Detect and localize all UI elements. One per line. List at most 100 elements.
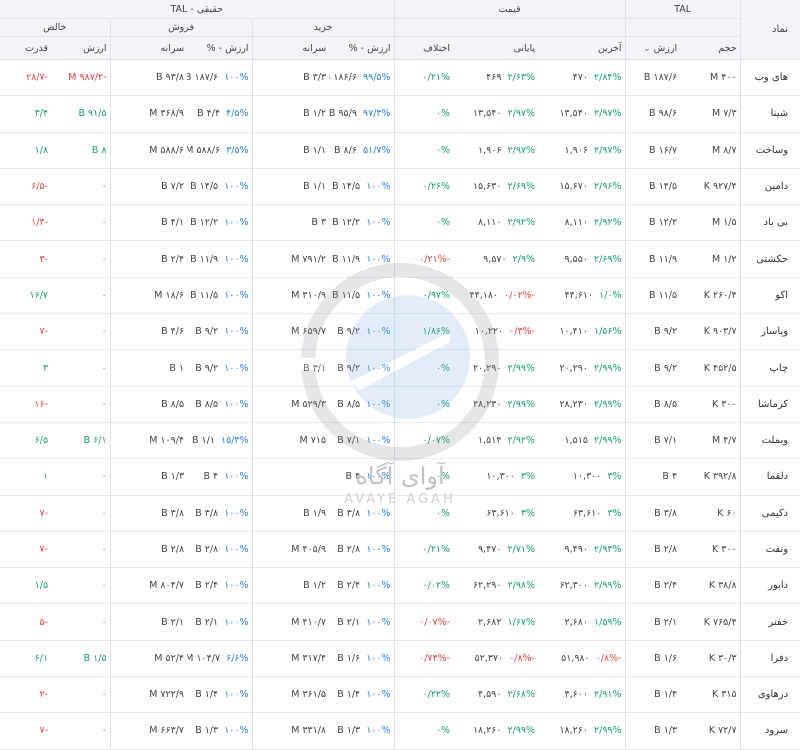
value-header[interactable]: ارزش ⌄ — [624, 36, 681, 60]
table-row[interactable]: حکشتی ۱/۲ M ۱۱/۹ B ۲/۶۹% ۹,۵۵۰ ۲/۹% ۹,۵۷۰ -۰/… — [0, 240, 800, 278]
buy-value-pct-header[interactable]: ارزش - % — [329, 36, 395, 60]
buy-per-capita-cell-buy-pc: ۷۱۵ M — [299, 435, 327, 447]
value-cell: ۱/۶ B — [624, 640, 681, 677]
diff-cell-diff: ۱/۸۶% — [422, 326, 451, 338]
net-value-cell: ۰ — [51, 459, 110, 495]
buy-per-capita-header[interactable]: سرانه — [251, 36, 330, 60]
symbol-cell[interactable]: دفرا — [739, 640, 800, 677]
last-cell: ۲/۹۹% ۲۸,۲۳۰ — [538, 386, 625, 422]
value-cell: ۱۲/۲ B — [624, 204, 681, 241]
buy-value-cell-buy-pct: ۱۰۰% — [366, 398, 391, 410]
symbol-cell[interactable]: سرود — [739, 712, 800, 750]
table-row[interactable]: دلقما ۳۹۲/۸ K۴ B ۳% ۱۰,۳۰۰ ۳% ۱۰,۳۰۰ ۰% ۱۰۰% … — [0, 458, 800, 496]
sell-per-capita-cell: ۵۸۸/۶ M — [109, 132, 188, 169]
buy-value-cell-buy-pct: ۱۰۰% — [366, 181, 391, 193]
table-row[interactable]: وپاسار ۹۰۳/۷ K ۹/۲ B ۱/۵۶% ۱۰,۴۱۰ -۰/۳% ۱۰,۲… — [0, 313, 800, 350]
net-value-cell-net-val: ۰ — [101, 362, 107, 374]
sell-value-cell: ۱۵/۳% ۱/۱ B — [187, 422, 252, 458]
table-row[interactable]: کرماشا ۳۰۰ K ۸/۵ B ۲/۹۹% ۲۸,۲۳۰ ۲/۹۹% ۲۸,۲۳۰… — [0, 386, 800, 423]
net-value-header[interactable]: ارزش — [51, 36, 111, 60]
symbol-cell[interactable]: شینا — [739, 95, 800, 133]
diff-cell-diff: ۰% — [435, 471, 451, 483]
sell-value-cell-sell-pct: ۱۰۰% — [224, 689, 249, 701]
table-row[interactable]: خفنر ۷۶۵/۴ K ۲/۱ B ۱/۵۹% ۲,۶۸۰ ۱/۶۷% ۲,۶۸۲ -۰… — [0, 603, 800, 641]
table-row[interactable]: چاپ ۴۵۲/۵ K ۹/۲ B ۲/۹۹% ۲۰,۲۹۰ ۲/۹۹% ۲۰,۲۹۰ ۰… — [0, 349, 800, 387]
table-row[interactable]: دابور ۳۸/۸ K ۲/۴ B ۲/۹۹% ۶۲,۳۰۰ ۲/۹۸% ۶۲,۲۹۰… — [0, 567, 800, 604]
volume-cell: ۹۰۳/۷ K — [680, 314, 740, 350]
buy-per-capita-cell-buy-pc: ۵۲۹/۳ M — [291, 398, 327, 410]
symbol-cell-symbol: درهاوی — [757, 689, 789, 701]
table-row[interactable]: وساخت ۸/۷ M ۱۶/۷ B ۲/۹۷% ۱,۹۰۶ ۲/۹۷% ۱,۹۰۶ ۰%… — [0, 132, 800, 169]
diff-cell-diff: ۰% — [435, 362, 451, 374]
final-header[interactable]: پایانی — [453, 36, 539, 60]
table-row[interactable]: درهاوی ۳۱۵ K ۱/۴ B ۲/۹۱% ۴,۶۰۰ ۲/۶۸% ۴,۵۹۰ ۰/… — [0, 676, 800, 713]
symbol-cell[interactable]: دامین — [739, 168, 800, 205]
table-row[interactable]: دفرا ۳۰/۳ K ۱/۶ B -۰/۸% ۵۱,۹۸۰ -۰/۸% ۵۲,۳۷۰-… — [0, 640, 800, 677]
sell-value-cell-sell-val: ۱/۱ B — [191, 435, 215, 447]
symbol-cell[interactable]: وبملت — [739, 422, 800, 459]
buy-value-cell-buy-pct: ۱۰۰% — [366, 580, 391, 592]
symbol-cell[interactable]: حکشتی — [739, 240, 800, 278]
table-row[interactable]: سرود ۷۲/۷ K ۱/۳ B ۲/۹۹% ۱۸,۲۶۰ ۲/۹۹% ۱۸,۲۶۰ ۰… — [0, 712, 800, 750]
symbol-cell[interactable]: درهاوی — [739, 676, 800, 713]
buy-per-capita-cell: ۳۳۱/۸ M — [251, 712, 330, 750]
chevron-down-icon[interactable]: ⌄ — [643, 44, 651, 54]
diff-cell: ۰% — [393, 349, 454, 387]
sell-value-pct-header[interactable]: ارزش - % — [187, 36, 253, 60]
table-row[interactable]: بی باد ۱/۵ M ۱۲/۲ B ۲/۹۲% ۸,۱۱۰ ۲/۹۲% ۸,۱۱۰ ۰… — [0, 204, 800, 241]
buy-value-cell-buy-pct: ۵۱/۷% — [363, 144, 391, 156]
symbol-cell[interactable]: خفنر — [739, 603, 800, 641]
value-cell-value: ۱/۴ B — [654, 689, 678, 701]
last-cell-last-pct: ۲/۹۹% — [594, 435, 622, 447]
sell-per-capita-cell: ۵۲/۴ M — [109, 640, 188, 677]
symbol-cell[interactable]: ونفت — [739, 531, 800, 568]
symbol-cell[interactable]: چاپ — [739, 349, 800, 387]
volume-header[interactable]: حجم — [680, 36, 741, 60]
symbol-cell[interactable]: وپاسار — [739, 313, 800, 350]
net-power-cell: ۳ — [0, 350, 51, 386]
table-row[interactable]: دکیمی ۶۰ K ۳/۸ B ۳% ۶۳,۶۱۰ ۳% ۶۳,۶۱۰ ۰% ۱۰۰% ۳… — [0, 495, 800, 532]
diff-cell: ۰/۲۲% — [393, 676, 454, 713]
sell-per-capita-header[interactable]: سرانه — [109, 36, 188, 60]
buy-value-cell: ۱۰۰% ۱/۴ B — [329, 677, 394, 713]
table-row[interactable]: ونفت ۳۰۰ K ۲/۸ B ۲/۹۳% ۹,۴۹۰ ۲/۷۱% ۹,۴۷۰ ۰/۲۱… — [0, 531, 800, 568]
volume-cell: ۳۰/۳ K — [680, 640, 740, 676]
volume-cell-volume: ۸/۷ M — [711, 144, 737, 156]
table-row[interactable]: دامین ۹۲۷/۴ K ۱۴/۵ B ۲/۹۶% ۱۵,۶۷۰ ۲/۶۹% ۱۵,۶… — [0, 168, 800, 205]
value-cell: ۱/۴ B — [624, 676, 681, 713]
final-cell-final-val: ۱۳,۵۴۰ — [472, 108, 502, 120]
diff-cell: ۰/۲۱% — [393, 531, 454, 568]
symbol-cell[interactable]: اکو — [739, 277, 800, 314]
sell-value-cell-sell-pct: ۱۰۰% — [224, 362, 249, 374]
table-row[interactable]: شینا ۷/۳ M ۹۸/۶ B ۲/۹۷% ۱۳,۵۴۰ ۲/۹۷% ۱۳,۵۴۰ ۰… — [0, 95, 800, 133]
net-power-header[interactable]: قدرت — [0, 36, 52, 60]
final-cell-final-pct: ۲/۶۹% — [507, 181, 536, 193]
buy-value-cell: ۱۰۰% ۹/۲ B — [329, 350, 394, 386]
table-row[interactable]: های وب ۴۰۰ M ۱۸۷/۶ B ۲/۸۴% ۴۷۰ ۲/۶۳% ۴۶۹ ۰/۲۱… — [0, 59, 800, 96]
table-row[interactable]: اکو ۲۶۰/۴ K ۱۱/۵ B ۱/۰% ۴۴,۶۱۰ -۰/۰۲% ۴۴,۱۸۰… — [0, 277, 800, 314]
value-cell: ۴ B — [624, 458, 681, 496]
symbol-cell[interactable]: های وب — [739, 59, 800, 96]
last-cell-last-val: ۴,۶۰۰ — [564, 689, 588, 701]
sell-value-cell-sell-pct: ۳/۵% — [226, 144, 249, 156]
symbol-cell[interactable]: بی باد — [739, 204, 800, 241]
final-cell: ۲/۶۹% ۱۵,۶۳۰ — [453, 168, 538, 204]
sell-per-capita-cell-net-pc: ۹۳/۸ B — [155, 72, 185, 84]
sell-value-cell-sell-pct: ۱۰۰% — [224, 253, 249, 265]
sell-per-capita-cell: ۷/۲ B — [109, 168, 188, 205]
diff-header[interactable]: اختلاف — [393, 36, 454, 60]
symbol-cell[interactable]: دابور — [739, 567, 800, 604]
table-row[interactable]: وبملت ۴/۷ M ۷/۱ B ۲/۹۹% ۱,۵۱۵ ۲/۹۲% ۱,۵۱۴ ۰/۰… — [0, 422, 800, 459]
last-cell: ۲/۹۷% ۱,۹۰۶ — [538, 132, 625, 168]
last-header[interactable]: آخرین — [538, 36, 626, 60]
symbol-cell[interactable]: دلقما — [739, 458, 800, 496]
symbol-cell-symbol: شینا — [770, 108, 789, 120]
symbol-cell[interactable]: کرماشا — [739, 386, 800, 423]
symbol-cell[interactable]: وساخت — [739, 132, 800, 169]
symbol-cell[interactable]: دکیمی — [739, 495, 800, 532]
sell-per-capita-cell-net-pc: ۵۲/۴ M — [154, 652, 185, 664]
net-power-cell-power: ۳/۴ — [34, 108, 49, 120]
volume-cell: ۳۸/۸ K — [680, 568, 740, 604]
buy-per-capita-cell: ۱/۹ B — [251, 495, 330, 532]
sell-value-cell: ۱۰۰% ۱۸۷/۶ B — [187, 60, 252, 96]
